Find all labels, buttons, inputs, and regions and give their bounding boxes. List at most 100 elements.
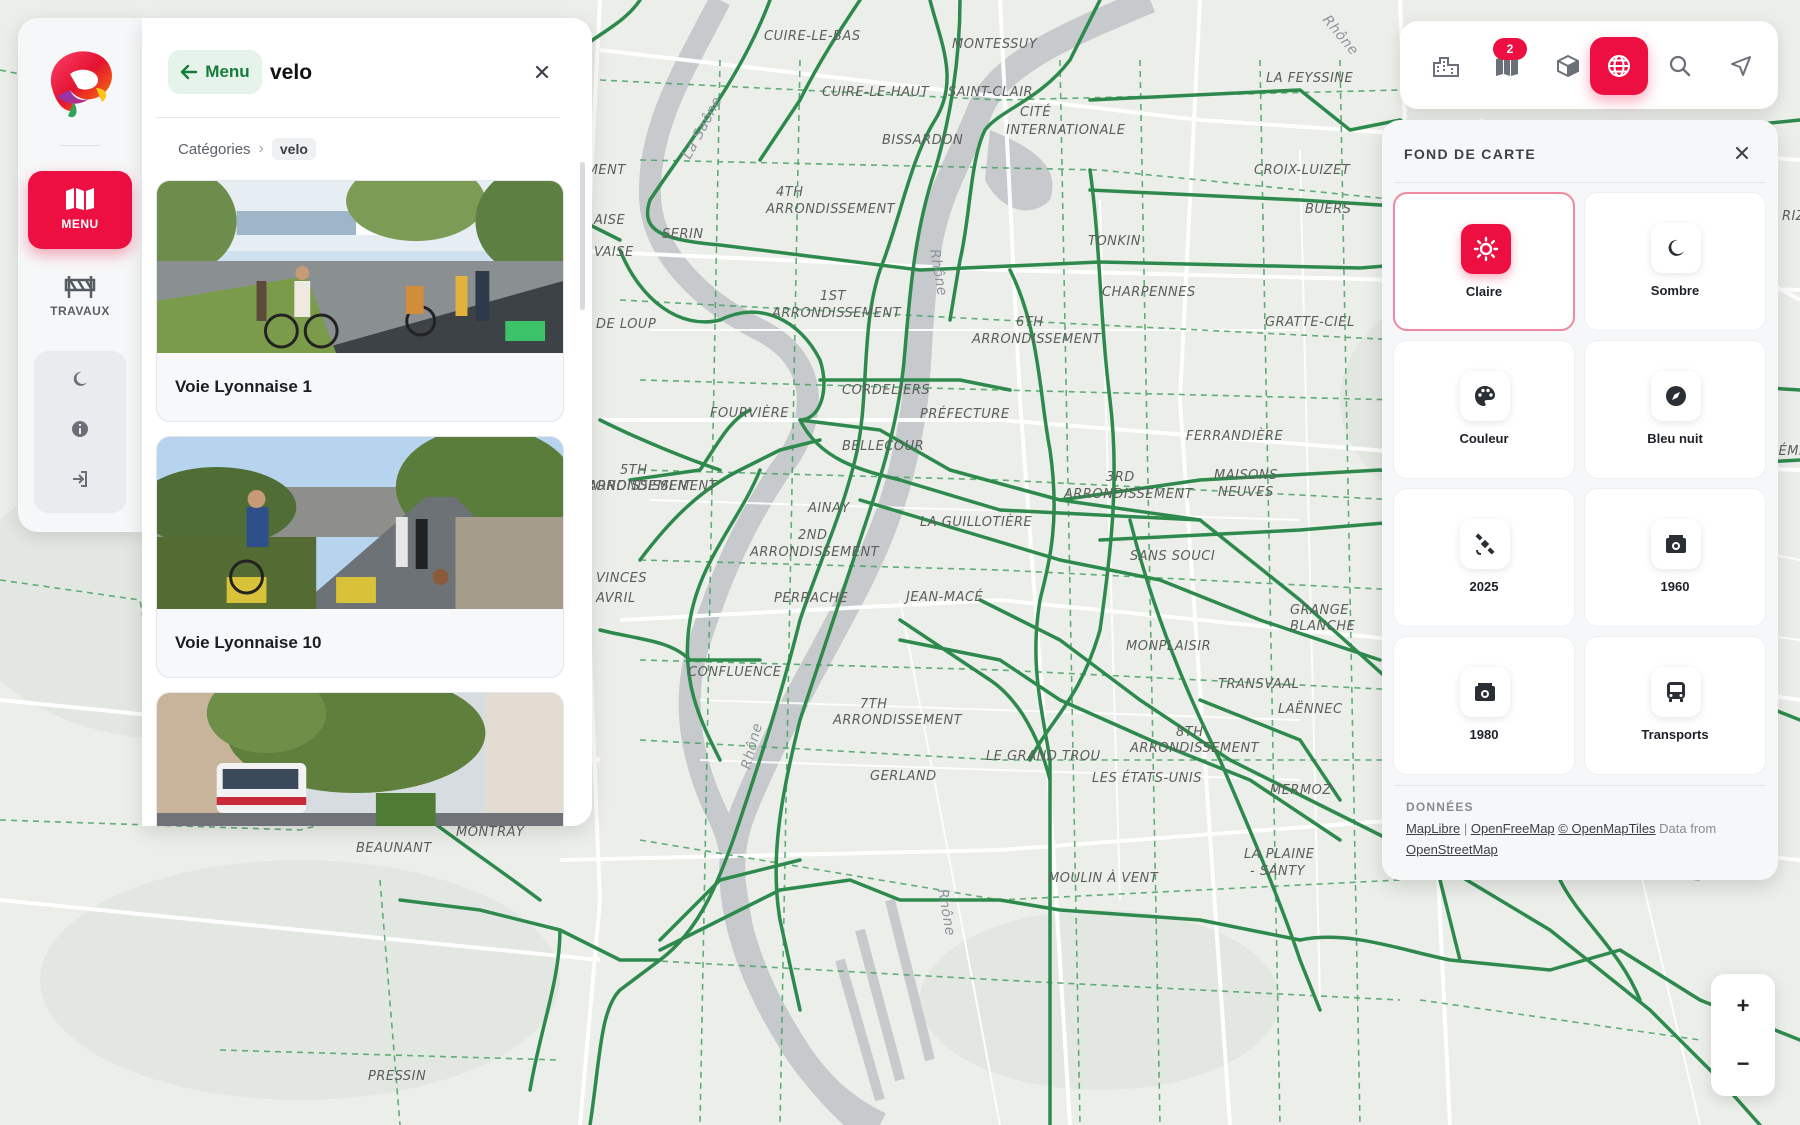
map-place-label: ARRONDISSEMENT xyxy=(832,713,963,728)
map-place-label: BUERS xyxy=(1305,202,1351,217)
basemap-option-1980[interactable]: 1980 xyxy=(1393,636,1575,775)
maplibre-link[interactable]: MapLibre xyxy=(1406,821,1460,836)
satellite-icon xyxy=(1460,519,1510,569)
zoom-in-button[interactable]: + xyxy=(1711,978,1775,1034)
notification-badge: 2 xyxy=(1493,38,1527,60)
info-icon[interactable] xyxy=(68,417,92,441)
app-logo[interactable] xyxy=(40,44,120,124)
map-place-label: LES ÉTATS-UNIS xyxy=(1092,770,1202,786)
travaux-label: TRAVAUX xyxy=(50,304,110,318)
back-to-menu-button[interactable]: Menu xyxy=(168,50,262,94)
basemap-option-label: Transports xyxy=(1641,727,1709,742)
close-icon xyxy=(535,65,549,79)
rail-tools xyxy=(34,351,126,513)
map-place-label: BELLECOUR xyxy=(842,439,924,454)
map-place-label: PRESSIN xyxy=(368,1069,426,1084)
map-toolbar: 2 xyxy=(1400,21,1778,109)
globe-icon xyxy=(1608,55,1630,77)
search-input[interactable] xyxy=(270,53,500,93)
map-place-label: FERRANDIÈRE xyxy=(1186,428,1283,444)
map-place-label: GERLAND xyxy=(870,769,937,784)
map-place-label: RIZ xyxy=(1782,209,1800,224)
openmaptiles-link[interactable]: © OpenMapTiles xyxy=(1558,821,1655,836)
map-place-label: SAINT-CLAIR xyxy=(948,85,1033,100)
map-place-label: LAËNNEC xyxy=(1278,701,1343,717)
map-place-label: MOULIN À VENT xyxy=(1048,870,1159,886)
rail-divider xyxy=(60,145,100,146)
map-place-label: LA GUILLOTIÈRE xyxy=(920,514,1033,530)
result-card[interactable]: Voie Lyonnaise 1 xyxy=(156,180,564,422)
map-place-label: MONPLAISIR xyxy=(1126,639,1211,654)
map-place-label: GRANGE xyxy=(1290,603,1349,618)
result-title: Voie Lyonnaise 1 xyxy=(175,377,312,396)
buildings-icon xyxy=(1433,57,1459,77)
basemap-option-label: Sombre xyxy=(1650,283,1700,298)
basemap-option-couleur[interactable]: Couleur xyxy=(1393,340,1575,479)
basemap-option-sombre[interactable]: Sombre xyxy=(1584,192,1766,331)
breadcrumb: Catégories › velo xyxy=(178,138,316,160)
result-card[interactable]: Voie Lyonnaise 10 xyxy=(156,436,564,678)
result-card[interactable] xyxy=(156,692,564,826)
map-place-label: CORDELIERS xyxy=(842,383,930,398)
openstreetmap-link[interactable]: OpenStreetMap xyxy=(1406,842,1498,857)
data-section-title: DONNÉES xyxy=(1406,800,1474,814)
map-place-label: TRANSVAAL xyxy=(1218,677,1299,692)
map-place-label: ARRONDISSEMENT xyxy=(749,545,880,560)
moon-icon[interactable] xyxy=(68,367,92,391)
map-place-label: CUIRE-LE-HAUT xyxy=(822,85,930,100)
3d-view-button[interactable] xyxy=(1539,37,1597,95)
search-button[interactable] xyxy=(1651,37,1709,95)
map-place-label: CHARPENNES xyxy=(1102,285,1196,300)
breadcrumb-root[interactable]: Catégories xyxy=(178,141,251,158)
locate-icon xyxy=(1731,56,1751,76)
basemap-option-2025[interactable]: 2025 xyxy=(1393,488,1575,627)
arrow-left-icon xyxy=(181,64,198,80)
palette-icon xyxy=(1460,371,1510,421)
close-search-button[interactable] xyxy=(530,60,554,84)
map-place-label: JEAN-MACÉ xyxy=(903,589,984,605)
map-place-label: PERRACHE xyxy=(774,591,848,606)
credits-separator: | xyxy=(1463,821,1468,836)
map-place-label: DE LOUP xyxy=(596,317,656,332)
map-place-label: ARRONDISSEMENT xyxy=(765,202,896,217)
map-place-label: SERIN xyxy=(662,227,704,242)
compass-icon xyxy=(1651,371,1701,421)
map-place-label: BISSARDON xyxy=(882,133,963,148)
result-title: Voie Lyonnaise 10 xyxy=(175,633,322,652)
map-place-label: CONFLUENCE xyxy=(688,665,782,680)
map-place-label: SANS SOUCI xyxy=(1130,549,1215,564)
search-icon xyxy=(1669,55,1691,77)
map-place-label: RONDISSEMENT xyxy=(586,479,697,494)
close-icon xyxy=(1736,147,1748,159)
map-place-label: AINAY xyxy=(807,501,850,516)
back-label: Menu xyxy=(205,62,250,81)
close-basemap-button[interactable] xyxy=(1732,143,1752,163)
result-image xyxy=(157,437,563,609)
login-icon[interactable] xyxy=(68,467,92,491)
openfreemap-link[interactable]: OpenFreeMap xyxy=(1471,821,1555,836)
travaux-button[interactable]: TRAVAUX xyxy=(28,274,132,338)
buildings-button[interactable] xyxy=(1417,37,1475,95)
basemap-option-claire[interactable]: Claire xyxy=(1393,192,1575,331)
basemap-divider xyxy=(1394,182,1766,183)
results-scrollbar[interactable] xyxy=(580,162,585,310)
basemap-button[interactable] xyxy=(1590,37,1648,95)
map-place-label: CITÉ xyxy=(1020,104,1051,120)
map-place-label: CROIX-LUIZET xyxy=(1254,163,1351,178)
basemap-option-label: Couleur xyxy=(1459,431,1509,446)
map-place-label: AVRIL xyxy=(595,591,636,606)
breadcrumb-current: velo xyxy=(271,138,316,160)
locate-button[interactable] xyxy=(1712,37,1770,95)
menu-button[interactable]: MENU xyxy=(28,171,132,249)
map-place-label: 8TH xyxy=(1176,725,1204,740)
map-place-label: ARRONDISSEMENT xyxy=(771,306,902,321)
zoom-out-button[interactable]: − xyxy=(1711,1036,1775,1092)
basemap-option-1960[interactable]: 1960 xyxy=(1584,488,1766,627)
left-rail: MENU TRAVAUX xyxy=(18,18,142,532)
search-panel: Menu Catégories › velo xyxy=(142,18,592,826)
map-place-label: LA FEYSSINE xyxy=(1266,71,1353,86)
basemap-option-transports[interactable]: Transports xyxy=(1584,636,1766,775)
map-place-label: BLANCHE xyxy=(1290,619,1356,634)
result-image xyxy=(157,181,563,353)
basemap-option-bleu-nuit[interactable]: Bleu nuit xyxy=(1584,340,1766,479)
